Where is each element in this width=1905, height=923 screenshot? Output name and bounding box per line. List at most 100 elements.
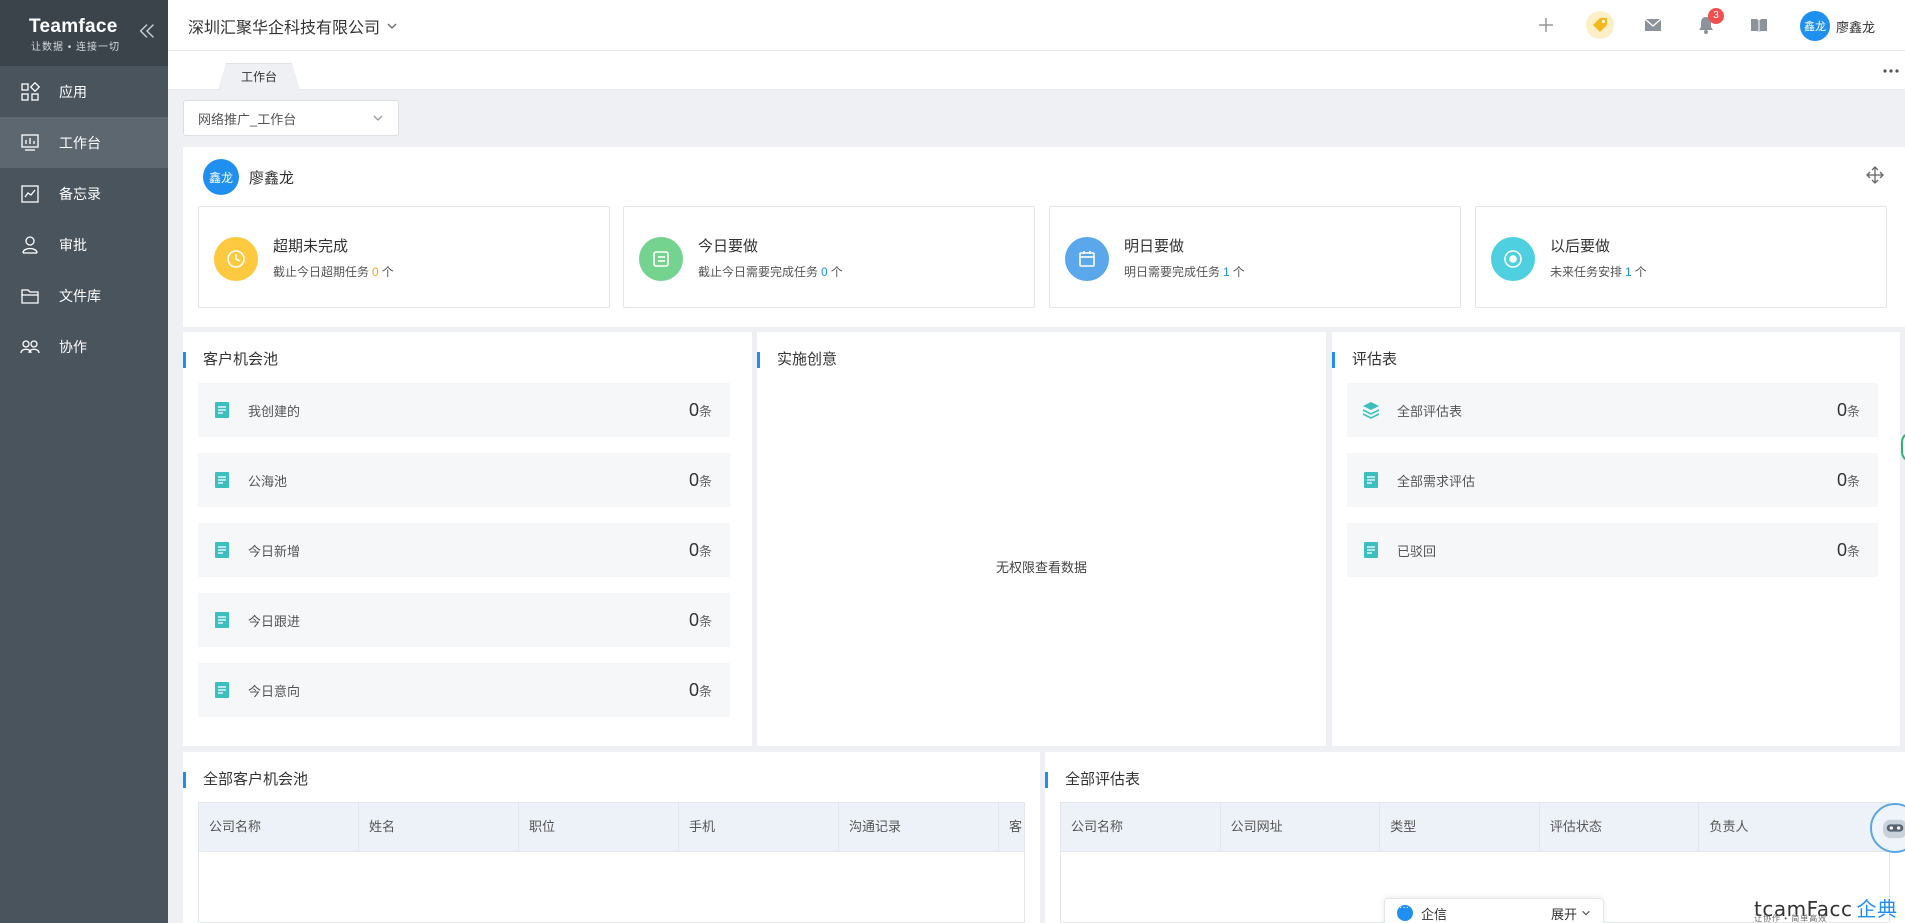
stat-row-all-evaluations[interactable]: 全部评估表 0条: [1347, 383, 1878, 437]
task-owner: 鑫龙 廖鑫龙: [203, 159, 294, 195]
help-book-button[interactable]: [1747, 13, 1771, 37]
im-expand-button[interactable]: 展开: [1551, 904, 1591, 923]
stat-value: 0条: [688, 399, 712, 420]
task-card-title: 今日要做: [698, 238, 759, 255]
footer-logo-slogan: 让协作 • 简单高效: [1754, 914, 1828, 923]
task-card-circle: [1491, 237, 1535, 281]
tag-icon: [1593, 18, 1607, 32]
column-header[interactable]: 客: [999, 803, 1024, 851]
book-icon: [1751, 19, 1767, 32]
chat-icon: [1397, 902, 1413, 921]
document-icon: [215, 402, 229, 418]
task-card-subtitle: 明日需要完成任务 1 个: [1124, 265, 1245, 279]
stat-row-today-intent[interactable]: 今日意向 0条: [198, 663, 730, 717]
task-count: 0: [372, 265, 379, 279]
disc-icon: [1504, 250, 1522, 268]
workbench-icon: [21, 133, 39, 151]
chevron-down-icon: [1582, 910, 1590, 916]
column-header[interactable]: 职位: [519, 803, 679, 851]
apps-icon: [21, 81, 40, 101]
column-header[interactable]: 公司网址: [1221, 803, 1381, 851]
stat-row-my-created[interactable]: 我创建的 0条: [198, 383, 730, 437]
column-header[interactable]: 评估状态: [1540, 803, 1700, 851]
column-header[interactable]: 姓名: [359, 803, 519, 851]
im-chat-bar[interactable]: 企信 展开: [1384, 898, 1604, 923]
mail-button[interactable]: [1641, 13, 1665, 37]
sidebar-item-workbench[interactable]: 工作台: [0, 117, 168, 168]
task-card-later[interactable]: 以后要做 未来任务安排 1 个: [1475, 206, 1887, 308]
mail-icon: [1644, 18, 1662, 31]
sidebar-item-files[interactable]: 文件库: [0, 270, 168, 321]
task-card-subtitle: 截止今日需要完成任务 0 个: [698, 265, 843, 279]
panel-title: 全部评估表: [1045, 772, 1140, 788]
task-card-circle: [1065, 237, 1109, 281]
sidebar-item-approval[interactable]: 审批: [0, 219, 168, 270]
more-icon[interactable]: [1881, 61, 1901, 81]
stat-label: 全部需求评估: [1397, 473, 1476, 489]
tab-workbench[interactable]: 工作台: [218, 63, 300, 90]
document-icon: [1364, 472, 1378, 488]
im-label: 企信: [1421, 906, 1448, 922]
approval-icon: [22, 235, 38, 254]
workbench-select[interactable]: 网络推广_工作台: [183, 100, 399, 136]
clock-icon: [227, 250, 245, 268]
task-owner-name: 廖鑫龙: [249, 169, 295, 187]
notifications-button[interactable]: 3: [1694, 8, 1724, 37]
all-customers-panel: 全部客户机会池 公司名称 姓名 职位 手机 沟通记录 客: [183, 752, 1040, 923]
column-header[interactable]: 负责人: [1699, 803, 1889, 851]
stat-label: 公海池: [248, 473, 288, 489]
document-icon: [215, 542, 229, 558]
brand: Teamface 让数据 • 连接一切: [0, 0, 168, 66]
task-card-title: 明日要做: [1124, 238, 1185, 255]
sidebar-item-collaboration[interactable]: 协作: [0, 321, 168, 372]
side-widget-handle[interactable]: [1901, 432, 1905, 462]
im-expand-label: 展开: [1550, 906, 1577, 922]
stat-label: 今日新增: [248, 543, 301, 559]
stat-value: 0条: [688, 469, 712, 490]
task-card-subtitle: 未来任务安排 1 个: [1550, 265, 1647, 279]
document-icon: [215, 682, 229, 698]
layers-icon: [1362, 402, 1380, 419]
user-menu[interactable]: 鑫龙 廖鑫龙: [1800, 11, 1875, 41]
brand-title: Teamface: [29, 16, 118, 37]
panel-title: 客户机会池: [183, 352, 278, 368]
stat-value: 0条: [1836, 469, 1860, 490]
sidebar-item-label: 审批: [59, 236, 87, 253]
tag-button[interactable]: [1586, 11, 1614, 39]
task-card-tomorrow[interactable]: 明日要做 明日需要完成任务 1 个: [1049, 206, 1461, 308]
task-card-overdue[interactable]: 超期未完成 截止今日超期任务 0 个: [198, 206, 610, 308]
move-icon[interactable]: [1865, 165, 1885, 185]
table-header: 公司名称 姓名 职位 手机 沟通记录 客: [198, 802, 1025, 852]
sidebar-item-apps[interactable]: 应用: [0, 66, 168, 117]
table-body: [198, 852, 1025, 923]
panel-title: 评估表: [1332, 352, 1397, 368]
task-card-subtitle: 截止今日超期任务 0 个: [273, 265, 394, 279]
checklist-icon: [653, 251, 669, 267]
column-header[interactable]: 公司名称: [199, 803, 359, 851]
stat-value: 0条: [1836, 539, 1860, 560]
assistant-robot-button[interactable]: [1870, 803, 1905, 853]
calendar-icon: [1079, 251, 1095, 267]
tab-bar: 工作台: [168, 51, 1905, 90]
task-card-title: 以后要做: [1550, 238, 1611, 255]
stat-row-rejected[interactable]: 已驳回 0条: [1347, 523, 1878, 577]
task-card-today[interactable]: 今日要做 截止今日需要完成任务 0 个: [623, 206, 1035, 308]
column-header[interactable]: 手机: [679, 803, 839, 851]
column-header[interactable]: 公司名称: [1061, 803, 1221, 851]
stat-row-requirement-evaluations[interactable]: 全部需求评估 0条: [1347, 453, 1878, 507]
sidebar-item-label: 协作: [59, 338, 87, 355]
stat-label: 今日意向: [248, 683, 301, 699]
stat-row-today-new[interactable]: 今日新增 0条: [198, 523, 730, 577]
stat-row-today-followup[interactable]: 今日跟进 0条: [198, 593, 730, 647]
column-header[interactable]: 沟通记录: [839, 803, 999, 851]
task-panel: 鑫龙 廖鑫龙 超期未完成 截止今日超期任务 0 个 今日要做 截止今日需要完成任务 0…: [183, 147, 1905, 327]
stat-label: 全部评估表: [1397, 403, 1463, 419]
robot-icon: [1883, 819, 1905, 839]
collapse-sidebar-icon[interactable]: [136, 20, 158, 42]
add-button[interactable]: [1534, 13, 1558, 37]
stat-label: 我创建的: [248, 403, 301, 419]
column-header[interactable]: 类型: [1380, 803, 1540, 851]
stat-row-public-pool[interactable]: 公海池 0条: [198, 453, 730, 507]
sidebar-item-memo[interactable]: 备忘录: [0, 168, 168, 219]
company-switcher[interactable]: 深圳汇聚华企科技有限公司: [188, 14, 398, 38]
